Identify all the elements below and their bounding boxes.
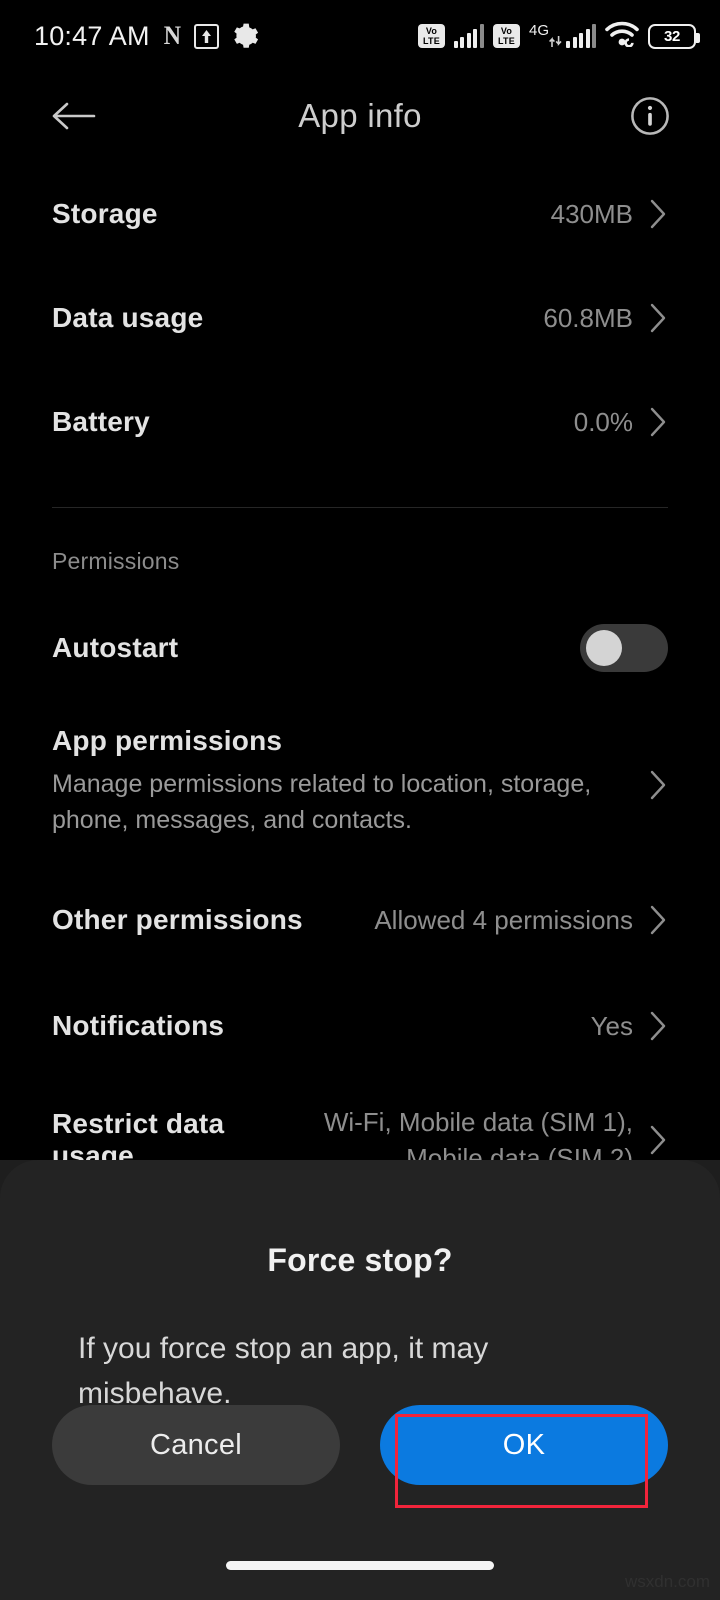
phone-screen: 10:47 AM N Vo LTE Vo LTE 4G 32 App info … [0,0,720,1600]
chevron-right-icon [650,199,666,229]
chevron-right-icon [650,1011,666,1041]
row-battery-label: Battery [52,406,150,437]
row-app-permissions-text: App permissions Manage permissions relat… [52,725,612,838]
app-bar: App info [0,76,720,156]
row-app-permissions-label: App permissions [52,725,283,756]
chevron-right-icon [650,770,666,800]
volte-top-text-2: Vo [500,26,513,36]
page-title: App info [298,97,422,134]
mobile-data-group: 4G [528,22,596,48]
home-indicator[interactable] [226,1561,494,1570]
chevron-right-icon [650,1125,666,1155]
force-stop-dialog: Force stop? If you force stop an app, it… [0,1160,720,1600]
network-type-label: 4G [528,22,549,39]
status-bar: 10:47 AM N Vo LTE Vo LTE 4G 32 [0,0,720,72]
status-bar-clock: 10:47 AM [34,20,150,51]
row-autostart-label: Autostart [52,632,179,663]
app-details-button[interactable] [626,92,674,140]
cancel-button[interactable]: Cancel [52,1405,340,1485]
status-bar-left: 10:47 AM N [34,21,259,52]
volte-icon-sim2: Vo LTE [492,24,520,48]
volte-bottom-text: LTE [423,36,440,46]
dialog-actions: Cancel OK [0,1405,720,1485]
data-transfer-arrows-icon [549,24,562,48]
gear-icon [232,23,259,50]
volte-bottom-text-2: LTE [498,36,515,46]
chevron-right-icon [650,407,666,437]
row-data-usage[interactable]: Data usage 60.8MB [0,266,720,370]
row-other-permissions-value: Allowed 4 permissions [374,904,633,935]
wifi-icon [605,21,639,52]
app-info-list: Storage 430MB Data usage 60.8MB Battery … [0,162,720,1188]
dialog-message: If you force stop an app, it may misbeha… [78,1332,489,1410]
autostart-toggle[interactable] [580,624,668,672]
watermark: wsxdn.com [624,1572,710,1591]
volte-icon-sim1: Vo LTE [417,24,445,48]
battery-level-text: 32 [663,27,681,45]
battery-icon: 32 [648,23,700,49]
row-storage-label: Storage [52,198,158,229]
arrow-left-icon [52,102,96,130]
chevron-right-icon [650,303,666,333]
row-other-permissions-label: Other permissions [52,904,303,935]
row-battery-right: 0.0% [574,406,668,438]
netflix-n-icon: N [163,21,181,50]
row-storage[interactable]: Storage 430MB [0,162,720,266]
back-button[interactable] [46,89,100,143]
signal-bars-icon-sim1 [453,24,484,48]
ok-button[interactable]: OK [380,1405,668,1485]
row-data-usage-value: 60.8MB [543,302,633,333]
permissions-section-header: Permissions [52,548,180,574]
status-bar-right: Vo LTE Vo LTE 4G 32 [417,21,700,52]
row-battery[interactable]: Battery 0.0% [0,370,720,474]
dialog-title: Force stop? [267,1242,453,1278]
volte-top-text: Vo [425,26,438,36]
row-data-usage-label: Data usage [52,302,204,333]
row-data-usage-right: 60.8MB [543,302,668,334]
info-circle-icon [631,97,669,135]
row-autostart[interactable]: Autostart [0,597,720,699]
row-storage-right: 430MB [551,198,668,230]
chevron-right-icon [650,905,666,935]
upload-box-icon [194,23,220,49]
row-app-permissions[interactable]: App permissions Manage permissions relat… [0,725,720,838]
row-notifications-label: Notifications [52,1010,225,1041]
row-app-permissions-description: Manage permissions related to location, … [52,770,592,834]
row-battery-value: 0.0% [573,406,633,437]
row-notifications[interactable]: Notifications Yes [0,974,720,1078]
signal-bars-icon-sim2 [566,24,596,48]
row-app-permissions-chevron-wrap [649,725,668,801]
row-notifications-right: Yes [591,1010,668,1042]
row-other-permissions-right: Allowed 4 permissions [374,904,668,936]
row-notifications-value: Yes [590,1010,633,1041]
toggle-knob [586,630,622,666]
row-storage-value: 430MB [550,198,633,229]
row-other-permissions[interactable]: Other permissions Allowed 4 permissions [0,868,720,972]
